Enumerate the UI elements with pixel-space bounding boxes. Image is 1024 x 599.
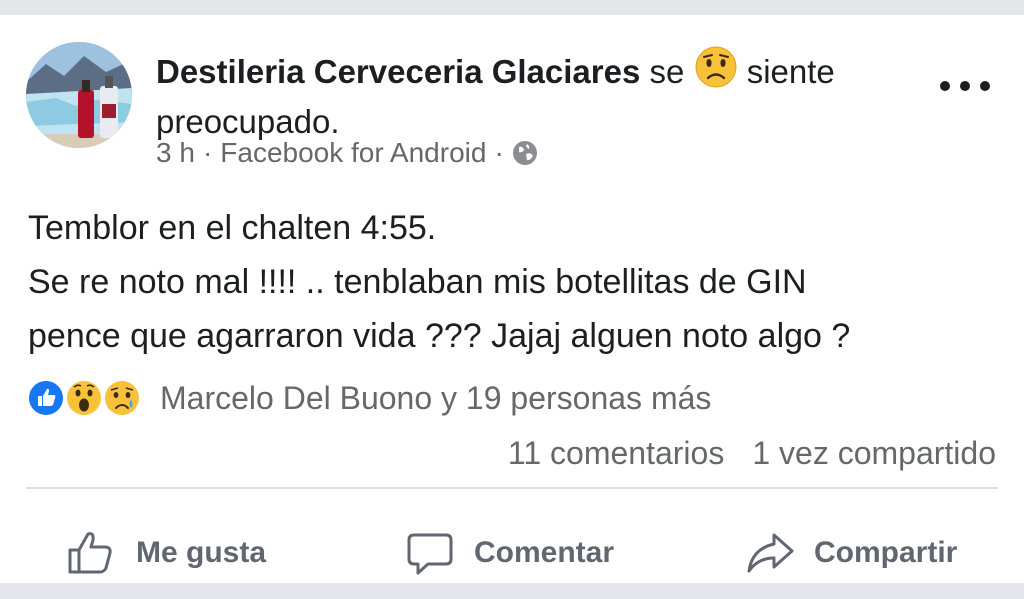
- meta-separator-2: ·: [494, 137, 504, 168]
- author-name[interactable]: Destileria Cerveceria Glaciares: [156, 53, 640, 90]
- comments-count[interactable]: 11 comentarios: [508, 435, 724, 472]
- post-source: Facebook for Android: [220, 137, 487, 168]
- more-options-icon[interactable]: [940, 71, 990, 101]
- post-line: pence que agarraron vida ??? Jajaj algue…: [28, 317, 851, 355]
- post-meta: 3 h · Facebook for Android ·: [156, 135, 538, 171]
- engagement-counts: 11 comentarios 1 vez compartido: [508, 435, 996, 472]
- share-button[interactable]: Compartir: [746, 509, 957, 597]
- post-card: Destileria Cerveceria Glaciares se sient…: [0, 15, 1024, 583]
- post-time[interactable]: 3 h: [156, 135, 195, 171]
- globe-icon[interactable]: [512, 140, 538, 166]
- like-label: Me gusta: [136, 536, 267, 569]
- share-label: Compartir: [814, 536, 958, 569]
- post-line: Se re noto mal !!!! .. tenblaban mis bot…: [28, 263, 807, 301]
- reactors-summary[interactable]: Marcelo Del Buono y 19 personas más: [160, 380, 711, 417]
- share-icon: [747, 533, 794, 573]
- comment-button[interactable]: Comentar: [406, 509, 614, 597]
- comment-icon: [407, 533, 453, 575]
- like-button[interactable]: Me gusta: [66, 509, 266, 597]
- wow-icon: [65, 379, 103, 417]
- meta-separator: ·: [202, 137, 213, 168]
- comment-label: Comentar: [474, 536, 615, 569]
- sad-icon: [103, 379, 141, 417]
- action-bar: Me gusta Comentar Compartir: [0, 509, 1024, 597]
- feeling-prefix: se: [649, 53, 685, 90]
- like-icon: [27, 379, 65, 417]
- worried-face-icon: [694, 45, 738, 100]
- shares-count[interactable]: 1 vez compartido: [752, 435, 996, 472]
- page-avatar[interactable]: [26, 42, 132, 148]
- thumbs-up-icon: [68, 532, 112, 574]
- feeling-text: siente: [746, 53, 835, 90]
- post-body: Temblor en el chalten 4:55. Se re noto m…: [28, 201, 1008, 363]
- reactions-bar[interactable]: Marcelo Del Buono y 19 personas más: [26, 377, 711, 419]
- divider: [26, 487, 998, 489]
- post-header: Destileria Cerveceria Glaciares se sient…: [156, 45, 916, 144]
- post-line: Temblor en el chalten 4:55.: [28, 209, 437, 247]
